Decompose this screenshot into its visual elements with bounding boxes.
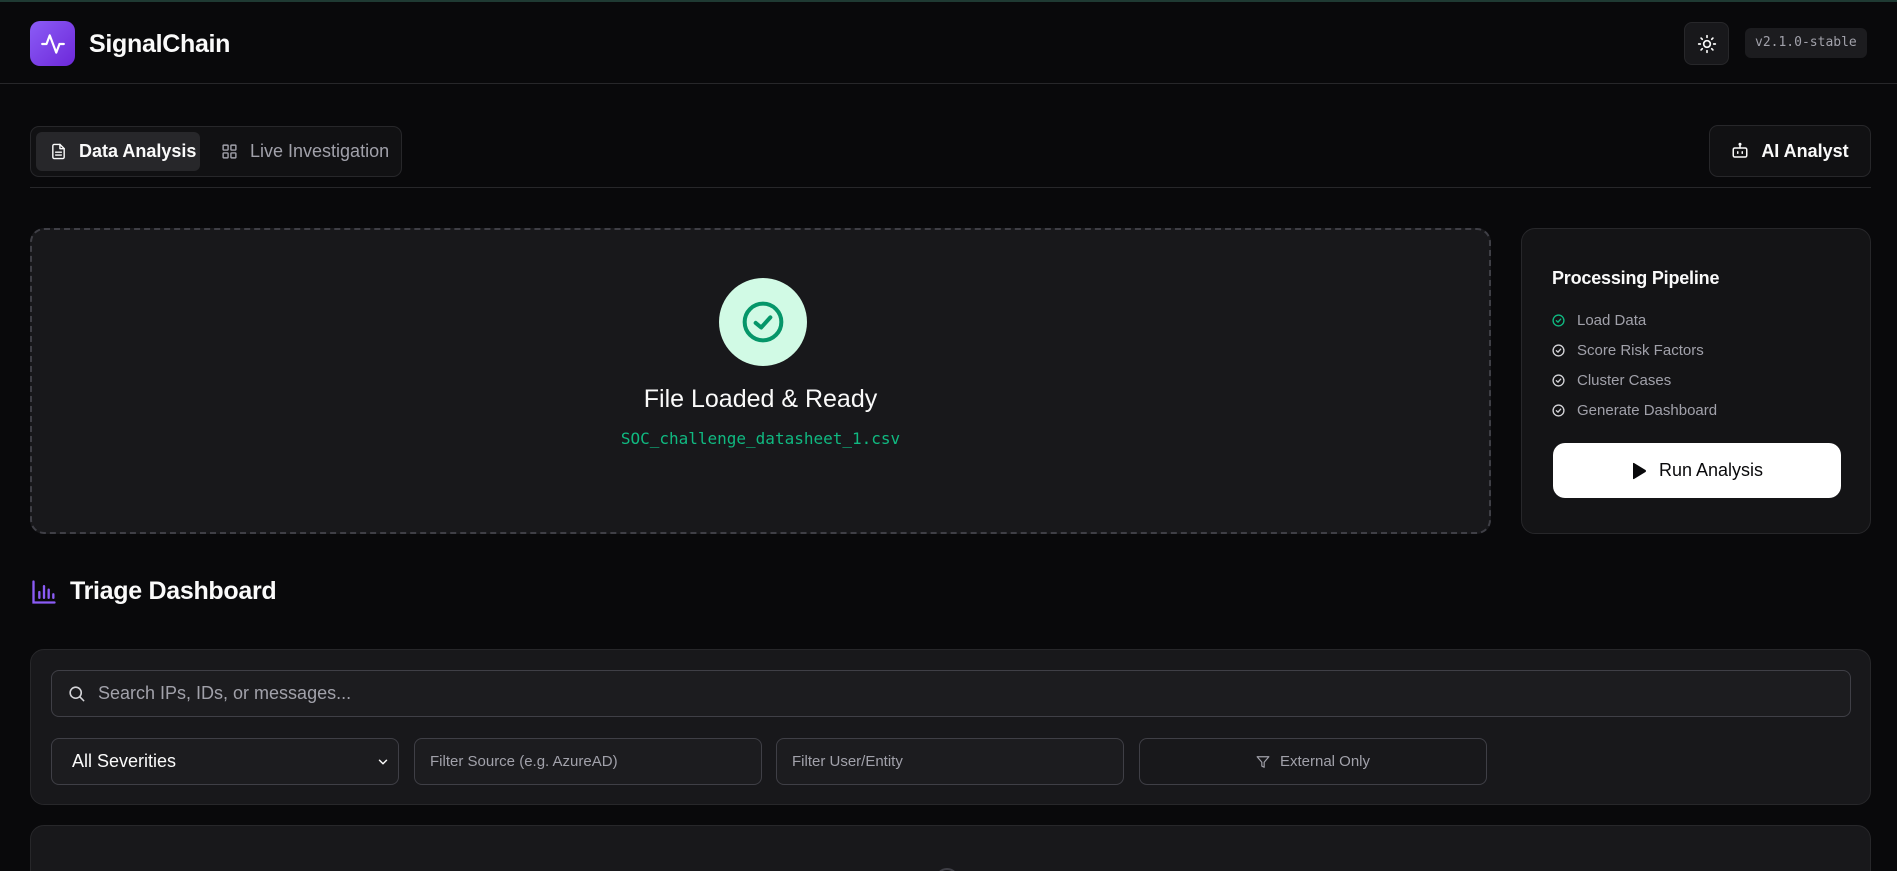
check-circle-icon (1552, 373, 1565, 387)
ai-analyst-button[interactable]: AI Analyst (1709, 125, 1871, 177)
run-analysis-button[interactable]: Run Analysis (1553, 443, 1841, 498)
search-input[interactable] (98, 683, 1850, 704)
divider (30, 187, 1871, 188)
processing-pipeline-card: Processing Pipeline Load Data Score Risk… (1521, 228, 1871, 534)
activity-pulse-icon (40, 33, 65, 54)
upload-status-title: File Loaded & Ready (643, 385, 878, 413)
tab-data-analysis[interactable]: Data Analysis (36, 132, 200, 171)
source-filter-input[interactable] (415, 739, 761, 784)
filters-card: All Severities External Only (30, 649, 1871, 805)
uploaded-filename: SOC_challenge_datasheet_1.csv (620, 429, 901, 448)
ai-analyst-label: AI Analyst (1761, 140, 1849, 161)
filter-icon (1256, 755, 1270, 768)
file-dropzone[interactable]: File Loaded & Ready SOC_challenge_datash… (30, 228, 1491, 534)
user-filter-box (776, 738, 1124, 785)
version-badge: v2.1.0-stable (1745, 28, 1867, 58)
bot-icon (1732, 142, 1748, 158)
sun-icon (1697, 34, 1716, 53)
theme-toggle-button[interactable] (1684, 22, 1729, 65)
results-card (30, 825, 1871, 871)
step-label: Load Data (1577, 311, 1647, 329)
file-text-icon (52, 143, 65, 160)
search-icon (69, 686, 85, 702)
chevron-down-icon (378, 759, 388, 764)
source-filter-box (414, 738, 762, 785)
step-label: Score Risk Factors (1577, 341, 1704, 359)
check-circle-icon (1552, 343, 1565, 357)
user-filter-input[interactable] (777, 739, 1123, 784)
external-only-toggle[interactable]: External Only (1139, 738, 1487, 785)
step-label: Generate Dashboard (1577, 401, 1718, 419)
play-icon (1632, 462, 1646, 479)
view-tabs: Data Analysis Live Investigation (30, 126, 402, 177)
pipeline-step-cluster-cases: Cluster Cases (1552, 365, 1717, 395)
severity-selected-value: All Severities (72, 751, 177, 771)
step-label: Cluster Cases (1577, 371, 1672, 389)
upload-success-badge (719, 278, 807, 366)
app-logo[interactable] (30, 21, 75, 66)
triage-dashboard-heading: Triage Dashboard (30, 577, 277, 606)
layout-grid-icon (222, 144, 237, 159)
pipeline-steps: Load Data Score Risk Factors Cluster Cas… (1552, 305, 1717, 425)
app-header: SignalChain v2.1.0-stable (0, 2, 1897, 84)
tab-label: Data Analysis (79, 141, 197, 161)
check-circle-icon (742, 301, 784, 343)
run-analysis-label: Run Analysis (1658, 460, 1764, 480)
tab-live-investigation[interactable]: Live Investigation (207, 132, 397, 171)
bar-chart-icon (32, 579, 56, 604)
external-only-label: External Only (1279, 753, 1371, 770)
search-bar (51, 670, 1851, 717)
check-circle-icon (1552, 313, 1565, 327)
app-name: SignalChain (89, 30, 231, 58)
section-title: Triage Dashboard (70, 577, 277, 605)
pipeline-step-generate-dashboard: Generate Dashboard (1552, 395, 1717, 425)
pipeline-title: Processing Pipeline (1552, 268, 1720, 288)
pipeline-step-score-risk: Score Risk Factors (1552, 335, 1717, 365)
pipeline-step-load-data: Load Data (1552, 305, 1717, 335)
tab-label: Live Investigation (250, 141, 390, 161)
severity-select[interactable]: All Severities (51, 738, 399, 785)
check-circle-icon (1552, 403, 1565, 417)
